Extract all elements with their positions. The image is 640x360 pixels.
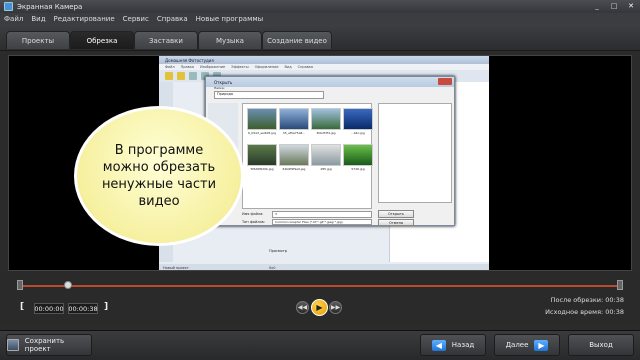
trim-start-handle[interactable] — [17, 280, 23, 290]
play-icon: ▶ — [316, 303, 323, 312]
dialog-filetype-label: Тип файлов: — [242, 220, 265, 224]
back-button[interactable]: ◀ Назад — [420, 334, 486, 356]
recorded-menu-item: Справка — [297, 65, 314, 69]
toolbar-icon — [165, 72, 173, 80]
dialog-preview-pane — [378, 103, 452, 203]
arrow-right-icon: ▶ — [534, 339, 549, 351]
dialog-cancel-button: Отмена — [378, 219, 414, 226]
next-button[interactable]: Далее ▶ — [494, 334, 560, 356]
file-caption: ...6bc.jpg — [351, 131, 365, 135]
recorded-menu-item: Вид — [284, 65, 292, 69]
dialog-title: Открыть — [206, 77, 454, 87]
menu-bar: Файл Вид Редактирование Сервис Справка Н… — [0, 13, 640, 25]
file-thumbnail — [279, 108, 309, 130]
file-caption: 5726.jpg — [351, 167, 365, 171]
close-button[interactable]: ✕ — [624, 1, 638, 11]
dialog-path-label: Папка: — [214, 86, 225, 90]
toolbar-icon — [189, 72, 197, 80]
recorded-menu-item: Изображение — [200, 65, 226, 69]
menu-file[interactable]: Файл — [4, 15, 23, 23]
app-icon — [4, 2, 13, 11]
toolbar-icon — [177, 72, 185, 80]
recorded-menu-item: Правка — [180, 65, 194, 69]
menu-service[interactable]: Сервис — [123, 15, 149, 23]
play-button[interactable]: ▶ — [311, 299, 328, 316]
end-time-field[interactable]: 00:00:38 — [68, 303, 98, 314]
original-time-label: Исходное время: — [545, 308, 604, 316]
file-caption: 35_af5a75a8... — [282, 131, 306, 135]
file-caption: 285.jpg — [320, 167, 332, 171]
file-thumbnail — [247, 108, 277, 130]
set-start-button[interactable]: [ — [20, 302, 24, 312]
tab-create-video[interactable]: Создание видео — [262, 31, 332, 49]
menu-edit[interactable]: Редактирование — [54, 15, 115, 23]
recorded-menu-item: Оформление — [254, 65, 279, 69]
recorded-status-bar: Новый проект 0x0 — [159, 264, 489, 270]
recorded-menu-item: Эффекты — [231, 65, 249, 69]
dialog-preview-checkbox: Просмотр — [269, 249, 287, 253]
tab-projects[interactable]: Проекты — [6, 31, 70, 49]
save-icon — [7, 339, 19, 351]
menu-help[interactable]: Справка — [157, 15, 188, 23]
exit-label: Выход — [589, 341, 613, 349]
original-time-info: Исходное время: 00:38 — [545, 308, 624, 316]
menu-new-programs[interactable]: Новые программы — [196, 15, 264, 23]
trim-end-handle[interactable] — [617, 280, 623, 290]
callout-bubble: В программе можно обрезать ненужные част… — [74, 106, 244, 246]
file-thumbnail — [247, 144, 277, 166]
dialog-filename-label: Имя файла: — [242, 212, 264, 216]
set-end-button[interactable]: ] — [104, 302, 108, 312]
menu-view[interactable]: Вид — [31, 15, 45, 23]
arrow-left-icon: ◀ — [431, 339, 446, 351]
tab-trim[interactable]: Обрезка — [70, 31, 134, 49]
dialog-open-button: Открыть — [378, 210, 414, 218]
rewind-button[interactable]: ◀◀ — [296, 301, 309, 314]
save-project-label: Сохранить проект — [24, 337, 65, 353]
back-label: Назад — [451, 341, 475, 349]
dialog-file-list: 6_b5a3_selb05.jpg 35_af5a75a8... 3bb2f3f… — [242, 103, 373, 209]
forward-icon: ▶▶ — [330, 304, 341, 311]
file-thumbnail — [279, 144, 309, 166]
callout-text: В программе можно обрезать ненужные част… — [101, 143, 217, 209]
exit-button[interactable]: Выход — [568, 334, 634, 356]
file-thumbnail — [343, 144, 373, 166]
file-thumbnail — [311, 144, 341, 166]
after-trim-info: После обрезки: 00:38 — [551, 296, 624, 304]
rewind-icon: ◀◀ — [297, 304, 308, 311]
file-thumbnail — [311, 108, 341, 130]
window-controls: _ □ ✕ — [590, 1, 638, 11]
file-thumbnail — [343, 108, 373, 130]
file-caption: 62b6f9f9a9.jpg — [282, 167, 306, 171]
open-file-dialog: Открыть Папка: Природа 6_b5a3_selb05.jpg… — [205, 76, 455, 226]
maximize-button[interactable]: □ — [607, 1, 621, 11]
original-time-value: 00:38 — [605, 308, 624, 316]
file-caption: 3bb2f3f4.jpg — [316, 131, 336, 135]
dialog-filetype-field: Common Graphic Files (*.bf;*.gif;*.jpeg;… — [272, 219, 372, 225]
file-caption: 6_b5a3_selb05.jpg — [247, 131, 277, 135]
after-trim-label: После обрезки: — [550, 296, 604, 304]
save-project-button[interactable]: Сохранить проект — [6, 334, 92, 356]
playhead-knob[interactable] — [64, 281, 72, 289]
recorded-status-text: Новый проект — [163, 266, 189, 270]
timeline-track[interactable] — [20, 285, 620, 287]
window-title: Экранная Камера — [17, 2, 83, 11]
dialog-path-box: Природа — [214, 91, 324, 99]
after-trim-value: 00:38 — [605, 296, 624, 304]
start-time-field[interactable]: 00:00:00 — [34, 303, 64, 314]
recorded-app-title: Домашняя Фотостудия — [159, 56, 489, 64]
dialog-close-icon — [438, 78, 452, 85]
tabs-bar: Проекты Обрезка Заставки Музыка Создание… — [0, 25, 640, 51]
file-caption: 5f6d6f6d0b.jpg — [250, 167, 274, 171]
next-label: Далее — [505, 341, 529, 349]
video-preview: Домашняя Фотостудия Файл Правка Изображе… — [8, 55, 632, 271]
tab-music[interactable]: Музыка — [198, 31, 262, 49]
recorded-status-size: 0x0 — [268, 266, 276, 270]
recorded-menu-item: Файл — [165, 65, 175, 69]
title-bar: Экранная Камера _ □ ✕ — [0, 0, 640, 13]
forward-button[interactable]: ▶▶ — [329, 301, 342, 314]
dialog-filename-field: 3 — [272, 211, 372, 218]
minimize-button[interactable]: _ — [590, 1, 604, 11]
tab-intros[interactable]: Заставки — [134, 31, 198, 49]
